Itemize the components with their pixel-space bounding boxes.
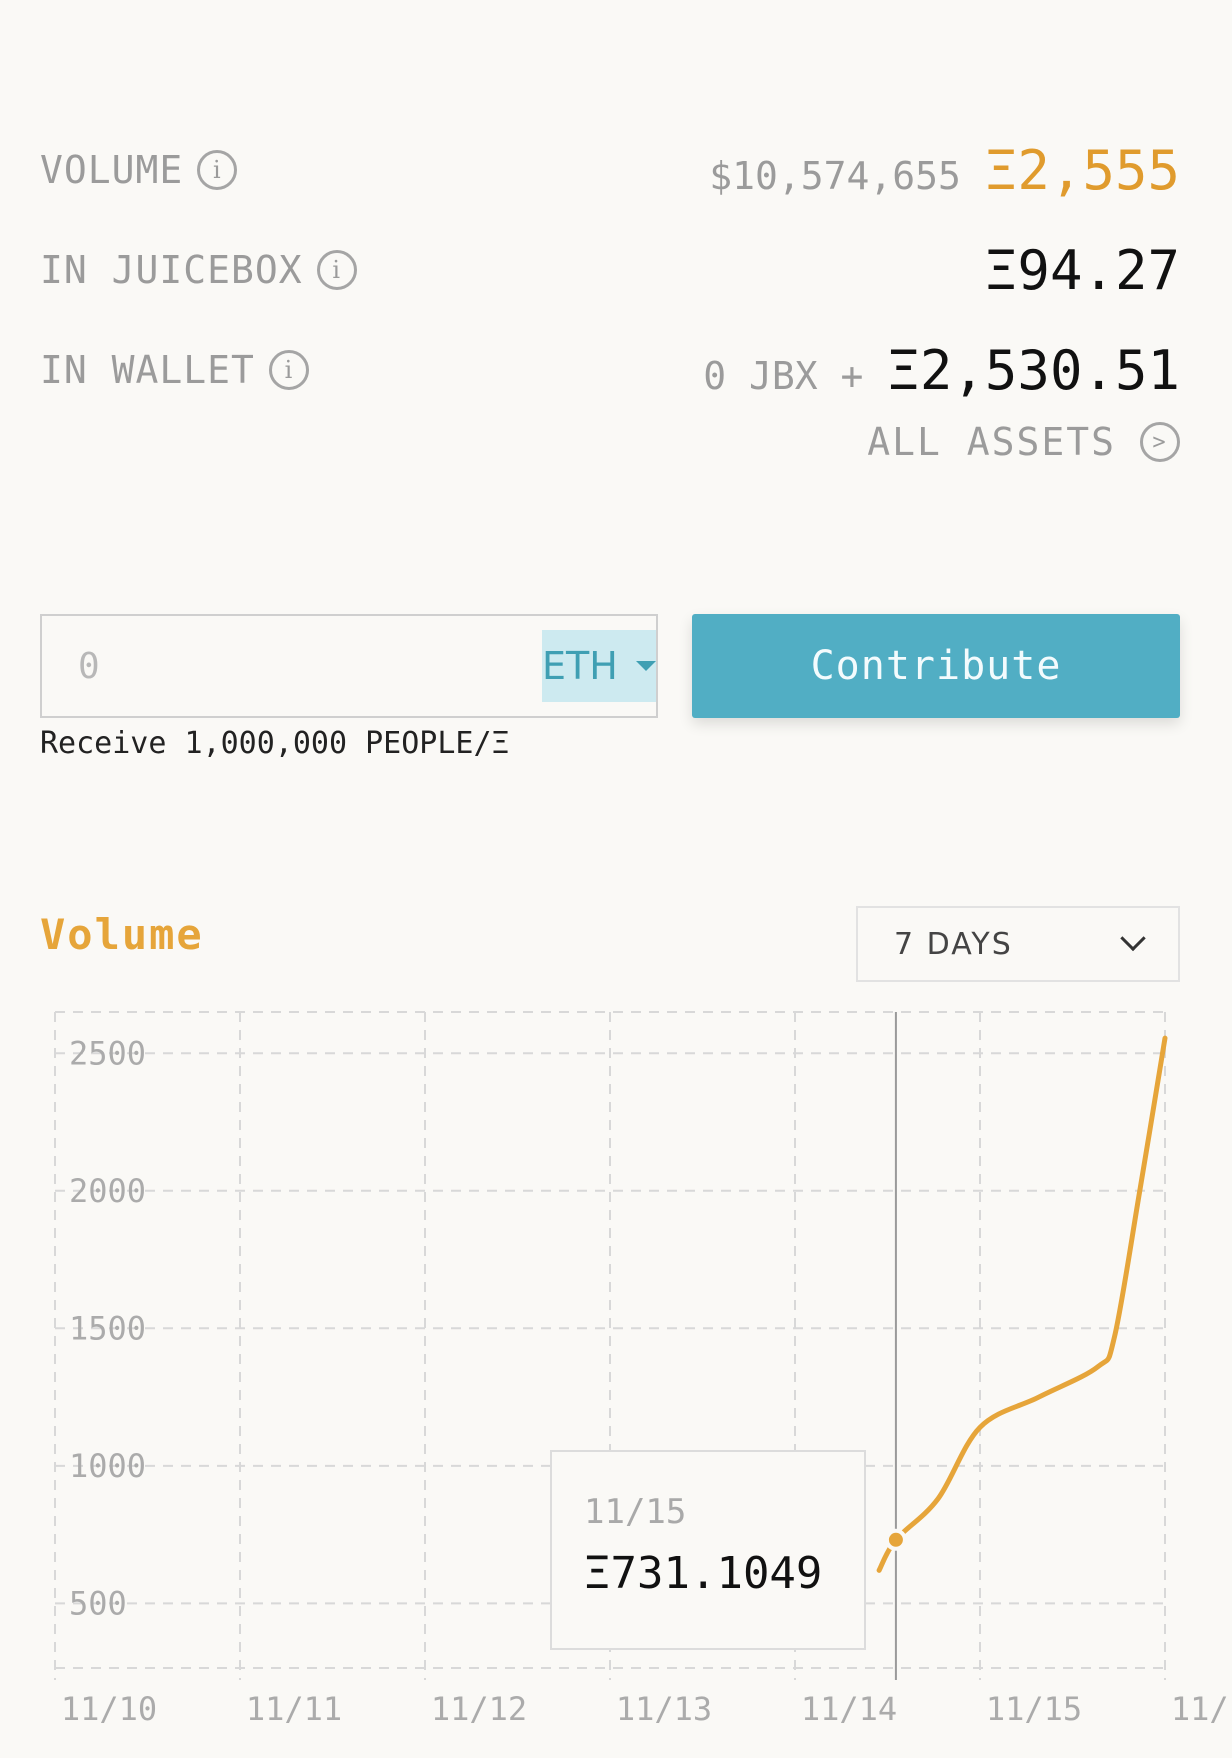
y-tick-label: 2000 — [69, 1172, 146, 1210]
x-tick-label: 11/11 — [246, 1690, 342, 1728]
info-icon[interactable]: i — [268, 350, 309, 390]
x-tick-label: 11/15 — [986, 1690, 1082, 1728]
stat-label: IN JUICEBOX — [40, 248, 303, 292]
x-tick-label: 11/14 — [801, 1690, 897, 1728]
x-tick-label: 11/16 — [1171, 1690, 1232, 1728]
all-assets-label: ALL ASSETS — [867, 420, 1116, 464]
tooltip-value: Ξ731.1049 — [584, 1548, 823, 1599]
series-line-volume — [876, 1035, 1168, 1573]
y-tick-label: 1000 — [69, 1447, 146, 1485]
y-tick-label: 1500 — [69, 1309, 146, 1347]
stat-label: VOLUME — [40, 148, 184, 192]
x-tick-label: 11/13 — [616, 1690, 712, 1728]
y-axis: 500 1000 1500 2000 2500 — [69, 1034, 146, 1622]
all-assets-link[interactable]: ALL ASSETS > — [867, 420, 1180, 464]
stat-label: IN WALLET — [40, 348, 255, 392]
chart-tooltip: 11/15 Ξ731.1049 — [550, 1450, 866, 1650]
y-tick-label: 2500 — [69, 1034, 146, 1072]
currency-select[interactable]: ETH — [542, 630, 656, 702]
hover-point — [884, 1528, 907, 1551]
stat-row-in-juicebox: IN JUICEBOX i Ξ94.27 — [40, 238, 1180, 302]
x-axis: 11/10 11/11 11/12 11/13 11/14 11/15 11/16 — [61, 1690, 1232, 1728]
receive-rate-text: Receive 1,000,000 PEOPLE/Ξ — [40, 726, 510, 761]
info-icon[interactable]: i — [316, 250, 357, 290]
chart-title: Volume — [40, 910, 204, 959]
chevron-right-circle-icon: > — [1140, 422, 1180, 462]
range-select[interactable]: 7 DAYS — [856, 906, 1180, 982]
stat-eth-value: Ξ2,530.51 — [887, 338, 1180, 402]
tooltip-date: 11/15 — [584, 1492, 687, 1532]
chevron-down-icon — [1120, 925, 1146, 952]
amount-input[interactable] — [42, 616, 542, 716]
stat-row-volume: VOLUME i $10,574,655 Ξ2,555 — [40, 138, 1180, 202]
x-tick-label: 11/12 — [431, 1690, 527, 1728]
amount-field: ETH — [40, 614, 658, 718]
info-icon[interactable]: i — [197, 150, 238, 190]
stat-eth-value: Ξ2,555 — [984, 138, 1180, 202]
x-tick-label: 11/10 — [61, 1690, 157, 1728]
y-tick-label: 500 — [69, 1584, 127, 1622]
stat-row-in-wallet: IN WALLET i 0 JBX + Ξ2,530.51 — [40, 338, 1180, 402]
stat-eth-value: Ξ94.27 — [984, 238, 1180, 302]
range-select-value: 7 DAYS — [894, 926, 1013, 962]
currency-label: ETH — [542, 644, 618, 688]
caret-down-icon — [635, 661, 656, 671]
stat-jbx-value: 0 JBX + — [703, 353, 864, 398]
stat-usd-value: $10,574,655 — [709, 153, 961, 198]
contribute-button[interactable]: Contribute — [692, 614, 1180, 718]
